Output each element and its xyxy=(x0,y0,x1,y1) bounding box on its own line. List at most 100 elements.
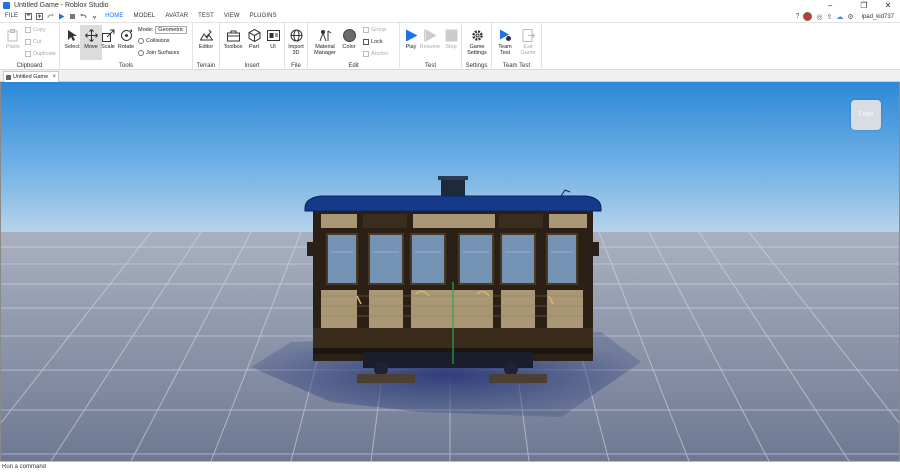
tab-model[interactable]: MODEL xyxy=(128,13,160,19)
join-surfaces-radio[interactable] xyxy=(138,50,144,56)
stop-icon xyxy=(445,29,458,42)
ui-icon xyxy=(266,29,280,42)
close-button[interactable]: ✕ xyxy=(876,0,900,10)
group-button[interactable]: Group xyxy=(363,27,386,33)
team-test-button[interactable]: Team Test xyxy=(494,25,516,56)
close-tab-icon[interactable]: × xyxy=(52,74,56,80)
collisions-radio[interactable] xyxy=(138,38,144,44)
paste-icon xyxy=(7,29,20,42)
cursor-icon xyxy=(66,29,79,42)
view-cube[interactable]: Front xyxy=(851,100,881,130)
chimney-vent xyxy=(441,178,465,196)
import-3d-button[interactable]: Import 3D xyxy=(285,25,307,56)
stop-button[interactable]: Stop xyxy=(440,25,462,50)
save-icon[interactable] xyxy=(25,12,33,20)
tab-test[interactable]: TEST xyxy=(193,13,219,19)
edit-group-label: Edit xyxy=(348,63,359,69)
import-3d-icon xyxy=(290,29,303,42)
material-manager-icon xyxy=(319,29,332,42)
team-test-icon xyxy=(499,29,512,42)
lock-icon xyxy=(363,39,369,45)
stop-small-icon[interactable] xyxy=(69,13,76,20)
collisions-toggle[interactable]: Collisions xyxy=(138,38,170,44)
duplicate-button[interactable]: Duplicate xyxy=(25,51,56,57)
minimize-button[interactable]: – xyxy=(818,0,842,10)
title-bar: Untitled Game - Roblox Studio – ❐ ✕ xyxy=(0,0,900,10)
toolbox-icon xyxy=(226,29,240,42)
tab-home[interactable]: HOME xyxy=(100,13,128,19)
anchor-button[interactable]: Anchor xyxy=(363,51,388,57)
redo-small-icon[interactable] xyxy=(47,13,54,20)
terrain-icon xyxy=(199,29,213,42)
tab-plugins[interactable]: PLUGINS xyxy=(245,13,282,19)
mode-row: Mode: Geometric xyxy=(138,26,187,34)
rotate-icon xyxy=(120,29,133,42)
document-tab-strip: Untitled Game × xyxy=(0,70,900,82)
ribbon: Paste Copy Cut Duplicate Clipboard Selec… xyxy=(0,23,900,70)
gear-icon xyxy=(471,29,484,42)
quick-access-dropdown-icon[interactable] xyxy=(91,13,98,20)
duplicate-icon xyxy=(25,51,31,57)
play-small-icon[interactable] xyxy=(58,13,65,20)
insert-group-label: Insert xyxy=(244,63,260,69)
exit-game-icon xyxy=(522,29,535,42)
resume-button[interactable]: Resume xyxy=(419,25,441,50)
paste-button[interactable]: Paste xyxy=(2,25,24,50)
notifications-icon[interactable]: ◎ xyxy=(816,13,822,21)
file-group-label: File xyxy=(291,63,301,69)
ui-button[interactable]: UI xyxy=(262,25,284,50)
move-arrows-icon xyxy=(84,29,98,42)
menu-right-tools: ? ◎ ⇪ ☁ ⚙ ipad_kid737 xyxy=(795,10,894,23)
resume-icon xyxy=(423,29,437,42)
menu-file[interactable]: FILE xyxy=(0,13,23,19)
material-manager-button[interactable]: Material Manager xyxy=(313,25,337,56)
color-button[interactable]: Color xyxy=(338,25,360,50)
cut-icon xyxy=(25,39,31,45)
game-settings-button[interactable]: Game Settings xyxy=(466,25,488,56)
roblox-studio-icon xyxy=(3,1,10,9)
part-cube-icon xyxy=(248,29,261,42)
clipboard-group-label: Clipboard xyxy=(16,63,43,69)
tools-group: Select Move Scale Rotate Mode: Geometric… xyxy=(60,23,193,70)
toolbox-button[interactable]: Toolbox xyxy=(222,25,244,50)
railway-carriage-model[interactable] xyxy=(304,176,602,383)
tab-avatar[interactable]: AVATAR xyxy=(160,13,193,19)
maximize-button[interactable]: ❐ xyxy=(852,0,876,10)
anchor-icon xyxy=(363,51,369,57)
username[interactable]: ipad_kid737 xyxy=(862,14,894,20)
place-icon xyxy=(6,74,11,80)
test-group-label: Test xyxy=(424,63,436,69)
rotate-button[interactable]: Rotate xyxy=(115,25,137,50)
help-icon[interactable]: ? xyxy=(795,13,799,20)
command-bar xyxy=(0,461,900,472)
group-icon xyxy=(363,27,369,33)
publish-icon[interactable] xyxy=(36,12,44,20)
tools-group-label: Tools xyxy=(118,63,133,69)
terrain-editor-button[interactable]: Editor xyxy=(195,25,217,50)
mode-select[interactable]: Geometric xyxy=(155,26,187,34)
tab-view[interactable]: VIEW xyxy=(219,13,245,19)
settings-icon[interactable]: ⚙ xyxy=(847,13,853,21)
team-test-group-label: Team Test xyxy=(502,63,531,69)
3d-viewport[interactable]: Front xyxy=(0,82,900,461)
exit-game-button[interactable]: Exit Game xyxy=(517,25,539,56)
cut-button[interactable]: Cut xyxy=(25,39,42,45)
lock-button[interactable]: Lock xyxy=(363,39,383,45)
undo-icon[interactable] xyxy=(80,13,87,20)
avatar[interactable] xyxy=(803,12,813,21)
settings-group: Game Settings Settings xyxy=(462,23,492,70)
cloud-icon[interactable]: ☁ xyxy=(836,13,843,21)
clipboard-group: Paste Copy Cut Duplicate Clipboard xyxy=(0,23,60,70)
join-surfaces-toggle[interactable]: Join Surfaces xyxy=(138,50,179,56)
tab-untitled-game[interactable]: Untitled Game × xyxy=(3,71,59,82)
copy-button[interactable]: Copy xyxy=(25,27,46,33)
terrain-group: Editor Terrain xyxy=(193,23,220,70)
share-icon[interactable]: ⇪ xyxy=(826,13,832,21)
test-group: Play Resume Stop Test xyxy=(400,23,462,70)
command-input[interactable] xyxy=(2,463,896,471)
terrain-group-label: Terrain xyxy=(196,63,216,69)
insert-group: Toolbox Part UI Insert xyxy=(220,23,285,70)
edit-group: Material Manager Color Group Lock Anchor… xyxy=(308,23,400,70)
scene[interactable] xyxy=(1,82,899,461)
scale-icon xyxy=(101,29,115,42)
